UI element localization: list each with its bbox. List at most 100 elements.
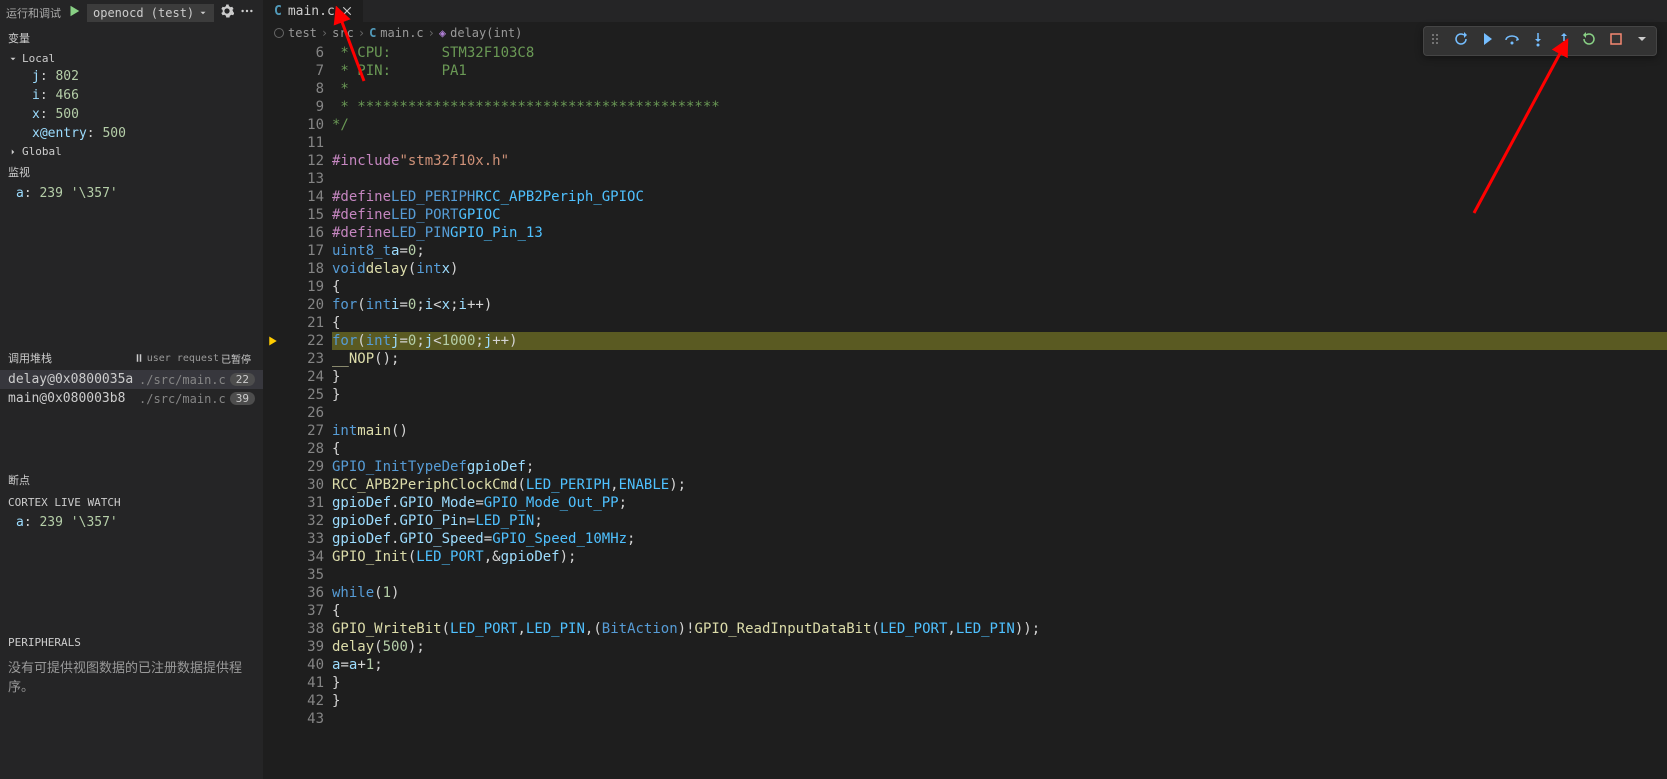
code-line[interactable]: void delay(int x) — [332, 260, 1667, 278]
local-scope-header[interactable]: Local — [0, 50, 263, 67]
line-number: 16 — [282, 224, 324, 242]
code-line[interactable]: } — [332, 386, 1667, 404]
code-line[interactable]: RCC_APB2PeriphClockCmd(LED_PERIPH, ENABL… — [332, 476, 1667, 494]
variable-item[interactable]: i: 466 — [0, 86, 263, 105]
line-number: 6 — [282, 44, 324, 62]
variable-item[interactable]: x@entry: 500 — [0, 124, 263, 143]
code-line[interactable]: gpioDef.GPIO_Pin = LED_PIN; — [332, 512, 1667, 530]
code-line[interactable]: gpioDef.GPIO_Speed = GPIO_Speed_10MHz; — [332, 530, 1667, 548]
code-line[interactable]: int main() — [332, 422, 1667, 440]
crumb-src[interactable]: src — [332, 26, 354, 40]
code-line[interactable]: #define LED_PERIPH RCC_APB2Periph_GPIOC — [332, 188, 1667, 206]
step-over-button[interactable] — [1502, 29, 1522, 53]
toolbar-dropdown[interactable] — [1632, 29, 1652, 53]
continue-button[interactable] — [1476, 29, 1496, 53]
code-line[interactable]: #define LED_PORT GPIOC — [332, 206, 1667, 224]
reset-icon — [1452, 31, 1468, 47]
code-line[interactable]: * PIN: PA1 — [332, 62, 1667, 80]
restart-button[interactable] — [1580, 29, 1600, 53]
restart-icon — [1582, 31, 1598, 47]
code-line[interactable]: { — [332, 314, 1667, 332]
more-button[interactable] — [240, 4, 254, 22]
tab-main-c[interactable]: C main.c — [264, 0, 364, 22]
stop-button[interactable] — [1606, 29, 1626, 53]
code-line[interactable] — [332, 710, 1667, 728]
code-line[interactable]: for (int j = 0; j < 1000; j++) — [332, 332, 1667, 350]
breadcrumb-circle-icon — [274, 28, 284, 38]
watch-section-title[interactable]: 监视 — [0, 160, 263, 184]
line-number: 36 — [282, 584, 324, 602]
callstack-status: 已暂停 — [221, 351, 251, 366]
crumb-sep: › — [321, 26, 328, 40]
crumb-symbol[interactable]: delay(int) — [450, 26, 522, 40]
code-line[interactable]: a=a+1; — [332, 656, 1667, 674]
glyph-cell — [264, 332, 282, 350]
glyph-cell — [264, 692, 282, 710]
crumb-file[interactable]: main.c — [380, 26, 423, 40]
code-line[interactable]: { — [332, 602, 1667, 620]
close-icon[interactable] — [341, 5, 353, 17]
line-number: 29 — [282, 458, 324, 476]
debug-config-select[interactable]: openocd (test) — [87, 4, 214, 22]
crumb-test[interactable]: test — [288, 26, 317, 40]
glyph-cell — [264, 44, 282, 62]
variables-section-title[interactable]: 变量 — [0, 26, 263, 50]
tab-label: main.c — [288, 4, 335, 19]
variable-item[interactable]: x: 500 — [0, 105, 263, 124]
glyph-cell — [264, 422, 282, 440]
peripherals-section-title[interactable]: PERIPHERALS — [0, 632, 263, 653]
code-line[interactable]: { — [332, 440, 1667, 458]
code-line[interactable]: */ — [332, 116, 1667, 134]
code-line[interactable] — [332, 404, 1667, 422]
code-line[interactable] — [332, 170, 1667, 188]
callstack-frame[interactable]: delay@0x0800035a./src/main.c22 — [0, 370, 263, 389]
reset-button[interactable] — [1450, 29, 1470, 53]
line-number: 26 — [282, 404, 324, 422]
glyph-cell — [264, 278, 282, 296]
chevron-down-icon — [8, 54, 18, 64]
code-line[interactable] — [332, 134, 1667, 152]
code-area[interactable]: * CPU: STM32F103C8 * PIN: PA1 * * ******… — [332, 44, 1667, 779]
code-line[interactable]: #include "stm32f10x.h" — [332, 152, 1667, 170]
callstack-section-title[interactable]: 调用堆栈 user request 已暂停 — [0, 346, 263, 370]
code-line[interactable]: } — [332, 674, 1667, 692]
cortex-section-title[interactable]: CORTEX LIVE WATCH — [0, 492, 263, 513]
line-number: 40 — [282, 656, 324, 674]
code-line[interactable]: GPIO_InitTypeDef gpioDef; — [332, 458, 1667, 476]
watch-item[interactable]: a: 239 '\357' — [0, 184, 263, 203]
code-line[interactable]: } — [332, 368, 1667, 386]
global-scope-header[interactable]: Global — [0, 143, 263, 160]
code-line[interactable]: __NOP(); — [332, 350, 1667, 368]
code-line[interactable]: GPIO_WriteBit(LED_PORT, LED_PIN, (BitAct… — [332, 620, 1667, 638]
callstack-frame[interactable]: main@0x080003b8./src/main.c39 — [0, 389, 263, 408]
breakpoints-section-title[interactable]: 断点 — [0, 468, 263, 492]
code-line[interactable]: GPIO_Init(LED_PORT, &gpioDef); — [332, 548, 1667, 566]
dots-icon — [240, 4, 254, 18]
editor[interactable]: 6789101112131415161718192021222324252627… — [264, 44, 1667, 779]
code-line[interactable]: #define LED_PIN GPIO_Pin_13 — [332, 224, 1667, 242]
code-line[interactable]: * — [332, 80, 1667, 98]
code-line[interactable]: for (int i = 0; i < x; i++) — [332, 296, 1667, 314]
code-line[interactable]: gpioDef.GPIO_Mode = GPIO_Mode_Out_PP; — [332, 494, 1667, 512]
gear-button[interactable] — [220, 4, 234, 22]
code-line[interactable]: uint8_t a=0; — [332, 242, 1667, 260]
code-line[interactable] — [332, 566, 1667, 584]
code-line[interactable]: while (1) — [332, 584, 1667, 602]
line-number: 18 — [282, 260, 324, 278]
line-number: 28 — [282, 440, 324, 458]
execution-pointer-icon — [267, 335, 279, 347]
variable-item[interactable]: j: 802 — [0, 67, 263, 86]
line-number: 9 — [282, 98, 324, 116]
line-number: 32 — [282, 512, 324, 530]
step-out-button[interactable] — [1554, 29, 1574, 53]
code-line[interactable]: * **************************************… — [332, 98, 1667, 116]
cortex-watch-item[interactable]: a: 239 '\357' — [0, 513, 263, 532]
grip-icon[interactable] — [1428, 31, 1444, 51]
code-line[interactable]: { — [332, 278, 1667, 296]
code-line[interactable]: delay(500); — [332, 638, 1667, 656]
code-line[interactable]: } — [332, 692, 1667, 710]
line-number: 7 — [282, 62, 324, 80]
step-into-button[interactable] — [1528, 29, 1548, 53]
start-debug-button[interactable] — [67, 4, 81, 22]
line-number: 13 — [282, 170, 324, 188]
